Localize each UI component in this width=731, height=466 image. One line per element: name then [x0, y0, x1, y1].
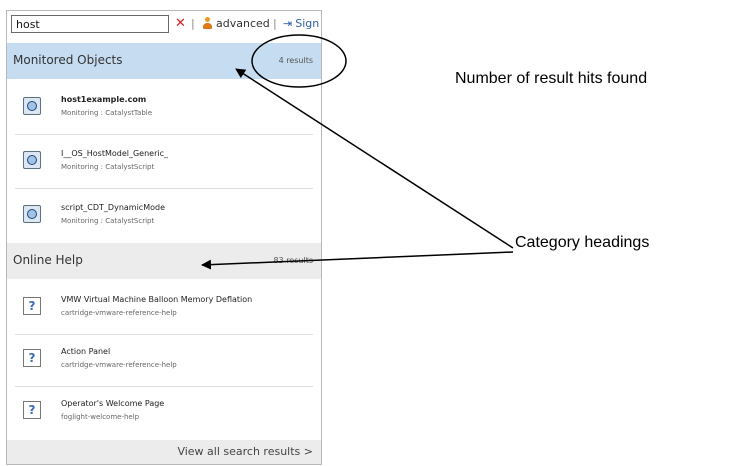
clear-search-icon[interactable]: ✕ [175, 17, 186, 30]
search-toolbar: ✕ | advanced | ⇥Sign O [7, 11, 321, 41]
monitored-object-icon [23, 205, 41, 223]
results-footer: View all search results > [7, 440, 321, 464]
item-subtitle: cartridge-vmware-reference-help [61, 361, 177, 369]
monitored-object-icon [23, 151, 41, 169]
list-item[interactable]: ? Action Panel cartridge-vmware-referenc… [7, 335, 321, 387]
user-icon [203, 17, 212, 29]
search-results-panel: ✕ | advanced | ⇥Sign O Monitored Objects… [6, 10, 322, 465]
help-page-icon: ? [23, 401, 41, 419]
category-title: Monitored Objects [13, 53, 123, 67]
sign-out-icon: ⇥ [283, 17, 293, 30]
list-item[interactable]: ? VMW Virtual Machine Balloon Memory Def… [7, 283, 321, 335]
item-name: VMW Virtual Machine Balloon Memory Defla… [61, 295, 253, 304]
search-input[interactable] [11, 15, 169, 33]
list-item[interactable]: I__OS_HostModel_Generic_ Monitoring : Ca… [7, 137, 321, 189]
item-subtitle: Monitoring : CatalystScript [61, 217, 155, 225]
advanced-search-link[interactable]: advanced [203, 17, 270, 30]
category-header-monitored-objects: Monitored Objects 4 results [7, 43, 321, 79]
list-item[interactable]: ? Operator's Welcome Page foglight-welco… [7, 387, 321, 439]
item-subtitle: Monitoring : CatalystScript [61, 163, 155, 171]
view-all-results-link[interactable]: View all search results > [177, 445, 313, 458]
monitored-object-icon [23, 97, 41, 115]
result-count: 83 results [273, 256, 313, 265]
item-name: script_CDT_DynamicMode [61, 203, 166, 212]
item-subtitle: cartridge-vmware-reference-help [61, 309, 177, 317]
list-item[interactable]: script_CDT_DynamicMode Monitoring : Cata… [7, 191, 321, 243]
item-name: Action Panel [61, 347, 111, 356]
annotation-category-headings: Category headings [515, 234, 650, 251]
item-name: I__OS_HostModel_Generic_ [61, 149, 168, 158]
category-header-online-help: Online Help 83 results [7, 243, 321, 279]
sign-out-link[interactable]: ⇥Sign O [283, 17, 321, 30]
list-item[interactable]: host1example.com Monitoring : CatalystTa… [7, 83, 321, 135]
help-page-icon: ? [23, 297, 41, 315]
item-name: host1example.com [61, 95, 147, 104]
result-count: 4 results [278, 56, 313, 65]
toolbar-separator: | [191, 17, 195, 30]
item-name: Operator's Welcome Page [61, 399, 165, 408]
sign-out-label: Sign O [295, 17, 321, 30]
annotation-result-hits: Number of result hits found [455, 70, 648, 87]
advanced-label: advanced [216, 17, 270, 30]
item-subtitle: foglight-welcome-help [61, 413, 140, 421]
help-page-icon: ? [23, 349, 41, 367]
item-subtitle: Monitoring : CatalystTable [61, 109, 153, 117]
category-title: Online Help [13, 253, 83, 267]
toolbar-separator: | [273, 17, 277, 30]
